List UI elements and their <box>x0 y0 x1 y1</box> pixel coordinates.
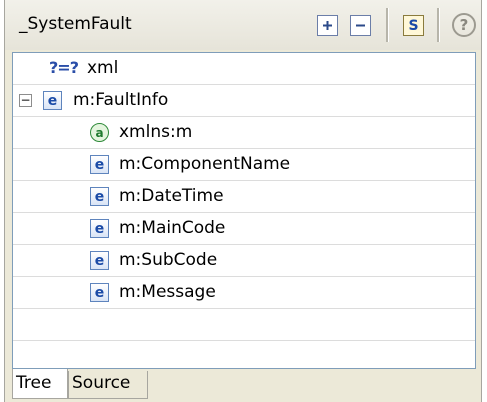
tree-node-label: xml <box>87 58 119 78</box>
element-glyph: e <box>94 188 105 205</box>
element-glyph: e <box>94 220 105 237</box>
toolbar-separator <box>386 8 389 42</box>
collapse-all-button[interactable] <box>350 15 371 36</box>
help-button[interactable]: ? <box>452 13 476 37</box>
tree-node-label: m:DateTime <box>119 186 224 206</box>
xml-tree-view[interactable]: ?=? xml − e m:FaultInfo a xmlns:m e m:Co… <box>12 52 476 369</box>
element-icon: e <box>90 251 109 270</box>
element-glyph: e <box>94 156 105 173</box>
collapse-node-toggle[interactable]: − <box>19 94 32 107</box>
attribute-glyph: a <box>95 125 104 140</box>
processing-instruction-icon: ?=? <box>49 58 79 77</box>
tree-node-label: m:ComponentName <box>119 154 291 174</box>
element-icon: e <box>90 155 109 174</box>
panel-title: _SystemFault <box>19 14 132 34</box>
tree-row-datetime[interactable]: e m:DateTime <box>13 181 475 213</box>
tree-row-xml[interactable]: ?=? xml <box>13 53 475 85</box>
tree-row-faultinfo[interactable]: − e m:FaultInfo <box>13 85 475 117</box>
tree-row-xmlns[interactable]: a xmlns:m <box>13 117 475 149</box>
element-glyph: e <box>94 252 105 269</box>
element-icon: e <box>90 283 109 302</box>
element-icon: e <box>43 91 62 110</box>
tree-node-label: xmlns:m <box>119 122 193 142</box>
s-document-icon: S <box>408 17 419 34</box>
tree-row-subcode[interactable]: e m:SubCode <box>13 245 475 277</box>
element-icon: e <box>90 219 109 238</box>
tree-row-empty <box>13 341 475 368</box>
element-glyph: e <box>94 284 105 301</box>
tab-label: Source <box>72 373 131 393</box>
tab-tree[interactable]: Tree <box>12 369 68 399</box>
tab-label: Tree <box>16 373 52 393</box>
minus-icon: − <box>20 93 31 107</box>
tree-node-label: m:Message <box>119 282 216 302</box>
question-circle-icon: ? <box>459 16 469 34</box>
title-bar: _SystemFault S ? <box>5 0 481 50</box>
element-icon: e <box>90 187 109 206</box>
tree-node-label: m:FaultInfo <box>73 90 169 110</box>
tab-source[interactable]: Source <box>68 371 148 399</box>
tree-row-componentname[interactable]: e m:ComponentName <box>13 149 475 181</box>
plus-square-icon <box>323 21 332 30</box>
tree-row-maincode[interactable]: e m:MainCode <box>13 213 475 245</box>
element-glyph: e <box>47 92 58 109</box>
tree-node-label: m:MainCode <box>119 218 226 238</box>
tree-row-empty <box>13 309 475 341</box>
attribute-icon: a <box>90 123 109 142</box>
schema-button[interactable]: S <box>403 15 424 36</box>
xml-editor-panel: _SystemFault S ? ?=? xml − e m:FaultInfo… <box>4 0 482 402</box>
editor-tabs: Tree Source <box>12 369 476 402</box>
expand-all-button[interactable] <box>317 15 338 36</box>
tree-row-message[interactable]: e m:Message <box>13 277 475 309</box>
minus-square-icon <box>356 24 365 27</box>
tree-node-label: m:SubCode <box>119 250 218 270</box>
toolbar-separator <box>437 8 440 42</box>
